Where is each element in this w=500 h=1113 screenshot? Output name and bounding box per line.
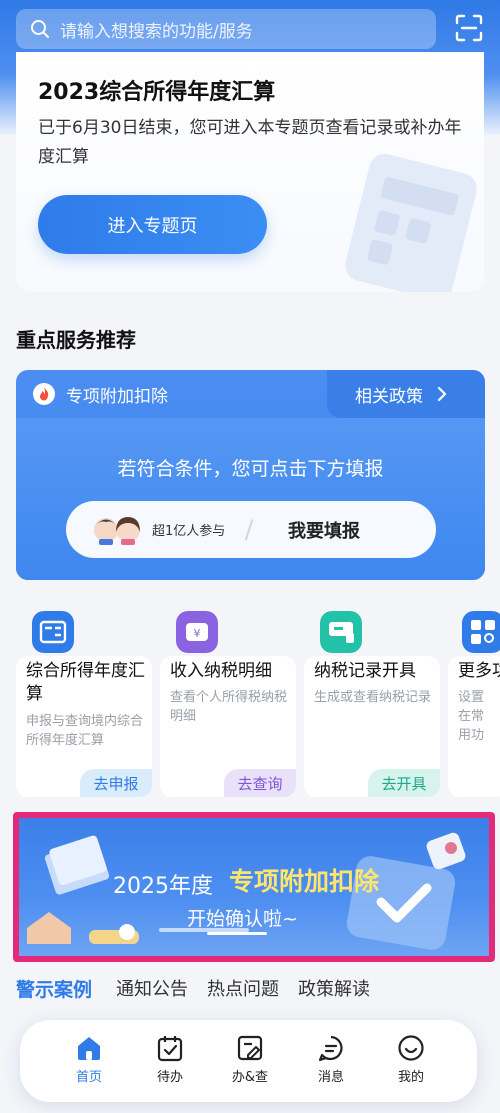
deduction-header: 专项附加扣除 — [16, 370, 326, 418]
service-desc: 生成或查看纳税记录 — [314, 690, 432, 705]
nav-home[interactable]: 首页 — [54, 1034, 124, 1085]
service-card-more[interactable]: 更多功 设置在常用功 — [448, 656, 500, 797]
service-name: 收入纳税明细 — [170, 661, 272, 681]
service-card-annual[interactable]: 综合所得年度汇算 申报与查询境内综合所得年度汇算 去申报 — [16, 656, 152, 797]
flame-icon — [33, 383, 55, 405]
nav-label: 办&查 — [231, 1070, 269, 1085]
nav-profile[interactable]: 我的 — [376, 1034, 446, 1085]
service-name: 更多功 — [458, 661, 500, 681]
banner-subtitle: 开始确认啦~ — [187, 908, 298, 930]
banner-highlight: 专项附加扣除 — [229, 867, 380, 896]
wallet-icon: ¥ — [176, 611, 218, 653]
settlement-description: 已于6月30日结束，您可进入本专题页查看记录或补办年度汇算 — [38, 118, 462, 167]
avatar-group-icon — [94, 516, 140, 545]
tab-policy-reading[interactable]: 政策解读 — [298, 975, 370, 1001]
service-name: 纳税记录开具 — [314, 661, 416, 681]
query-button[interactable]: 去查询 — [224, 769, 296, 797]
tab-hot-issues[interactable]: 热点问题 — [207, 975, 279, 1001]
section-title: 重点服务推荐 — [16, 328, 136, 352]
service-card-record[interactable]: 纳税记录开具 生成或查看纳税记录 去开具 — [304, 656, 440, 797]
search-placeholder: 请输入想搜索的功能/服务 — [60, 21, 253, 42]
promo-banner[interactable]: 2025年度 专项附加扣除 开始确认啦~ — [13, 812, 495, 962]
participants-count: 超1亿人参与 — [152, 524, 226, 539]
annual-settlement-card: 2023综合所得年度汇算 已于6月30日结束，您可进入本专题页查看记录或补办年度… — [16, 52, 484, 292]
service-card-income[interactable]: 收入纳税明细 查看个人所得税纳税明细 去查询 — [160, 656, 296, 797]
service-desc: 申报与查询境内综合所得年度汇算 — [26, 714, 144, 748]
smile-icon — [398, 1035, 424, 1061]
service-name: 综合所得年度汇算 — [26, 661, 145, 704]
tab-announcements[interactable]: 通知公告 — [116, 975, 188, 1001]
fill-report-label: 我要填报 — [288, 520, 360, 542]
home-icon — [78, 1037, 100, 1060]
search-icon — [31, 20, 49, 38]
service-desc: 查看个人所得税纳税明细 — [170, 690, 288, 724]
nav-label: 我的 — [397, 1070, 424, 1085]
calendar-check-icon — [157, 1036, 183, 1062]
nav-todo[interactable]: 待办 — [135, 1034, 205, 1085]
nav-label: 首页 — [75, 1070, 102, 1085]
nav-messages[interactable]: 消息 — [296, 1034, 366, 1085]
special-deduction-card[interactable]: 专项附加扣除 相关政策 若符合条件，您可点击下方填报 超1亿人参与 我要填报 — [16, 370, 485, 580]
policy-label: 相关政策 — [355, 386, 423, 407]
deduction-hint: 若符合条件，您可点击下方填报 — [117, 458, 384, 480]
bottom-navigation: 首页 待办 办&查 消息 我的 — [20, 1020, 477, 1102]
svg-text:¥: ¥ — [194, 627, 201, 640]
enter-topic-button[interactable]: 进入专题页 — [38, 195, 267, 254]
deduction-label: 专项附加扣除 — [66, 386, 168, 407]
nav-handle-query[interactable]: 办&查 — [215, 1034, 285, 1085]
nav-label: 待办 — [156, 1070, 183, 1085]
declare-button[interactable]: 去申报 — [80, 769, 152, 797]
related-policy-link[interactable]: 相关政策 — [327, 370, 485, 418]
edit-doc-icon — [237, 1035, 263, 1061]
scan-icon[interactable] — [455, 14, 483, 42]
calculator-icon — [32, 611, 74, 653]
message-icon — [318, 1035, 343, 1062]
chevron-right-icon — [437, 386, 447, 402]
tab-warning-cases[interactable]: 警示案例 — [16, 975, 92, 1002]
record-icon — [320, 611, 362, 653]
service-desc: 设置在常用功 — [458, 690, 485, 743]
issue-button[interactable]: 去开具 — [368, 769, 440, 797]
banner-year: 2025年度 — [113, 874, 213, 899]
grid-search-icon — [462, 611, 500, 653]
nav-label: 消息 — [317, 1070, 344, 1085]
fill-report-button[interactable]: 超1亿人参与 我要填报 — [66, 501, 436, 558]
search-bar[interactable]: 请输入想搜索的功能/服务 — [16, 9, 436, 49]
settlement-title: 2023综合所得年度汇算 — [38, 80, 276, 105]
